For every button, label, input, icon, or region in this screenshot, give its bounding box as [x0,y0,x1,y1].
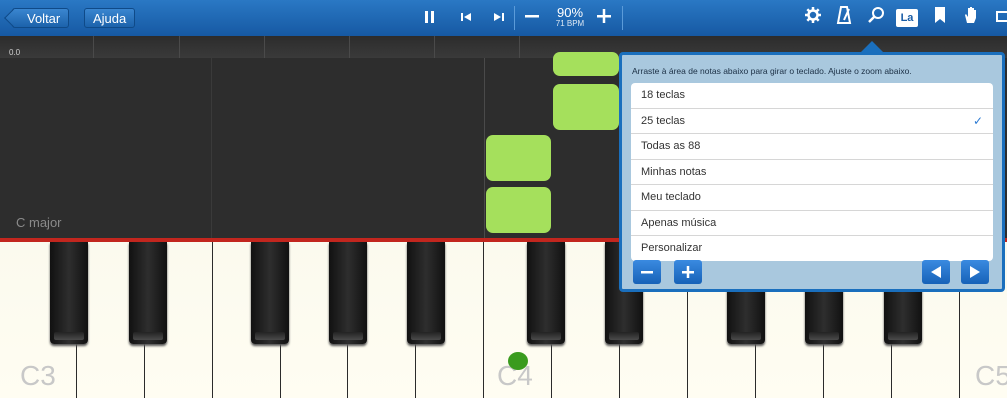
tempo-minus-icon[interactable] [520,6,544,30]
checkmark-icon: ✓ [972,113,983,128]
octave-label: C5 [975,360,1007,391]
zoom-in-button[interactable] [674,260,702,284]
back-button[interactable]: Voltar [12,8,70,28]
zoom-icon[interactable] [864,6,888,30]
tempo-bpm: 71 BPM [555,19,585,28]
popover-hint: Arraste à área de notas abaixo para gira… [632,66,912,76]
black-key[interactable] [251,242,289,344]
zoom-option[interactable]: Apenas música [631,211,993,236]
skip-forward-icon[interactable] [487,6,511,30]
zoom-option-selected[interactable]: 25 teclas ✓ [631,109,993,134]
key-signature-label: C major [16,215,62,230]
tempo-display: 90% 71 BPM [552,6,588,28]
zoom-option[interactable]: Meu teclado [631,185,993,211]
zoom-option[interactable]: Todas as 88 [631,134,993,160]
pause-icon[interactable] [418,6,442,30]
tempo-plus-icon[interactable] [592,6,616,30]
note-block [553,52,619,76]
note-block [486,187,551,233]
zoom-popover: Arraste à área de notas abaixo para gira… [619,52,1005,292]
middle-c-marker [508,352,528,370]
scroll-left-button[interactable] [922,260,950,284]
toolbar-separator [514,6,515,30]
zoom-option[interactable]: Minhas notas [631,160,993,185]
octave-label: C3 [20,360,56,391]
top-toolbar: Voltar Ajuda 90% 71 BPM La [0,0,1007,37]
timeline-start-label: 0.0 [9,48,21,57]
black-key[interactable] [527,242,565,344]
hand-icon[interactable] [959,6,983,30]
black-key[interactable] [50,242,88,344]
la-icon[interactable]: La [896,9,918,27]
gear-icon[interactable] [801,6,825,30]
window-icon[interactable] [991,6,1007,30]
black-key[interactable] [407,242,445,344]
black-key[interactable] [129,242,167,344]
tempo-percent: 90% [556,5,584,20]
zoom-out-button[interactable] [633,260,661,284]
note-block [553,84,619,130]
black-key[interactable] [329,242,367,344]
zoom-options-list: 18 teclas 25 teclas ✓ Todas as 88 Minhas … [631,83,993,261]
note-block [486,135,551,181]
help-button[interactable]: Ajuda [84,8,136,28]
toolbar-separator [622,6,623,30]
bookmark-icon[interactable] [928,6,952,30]
scroll-right-button[interactable] [961,260,989,284]
skip-back-icon[interactable] [454,6,478,30]
metronome-icon[interactable] [832,6,856,30]
zoom-option[interactable]: 18 teclas [631,83,993,109]
zoom-option[interactable]: Personalizar [631,236,993,261]
